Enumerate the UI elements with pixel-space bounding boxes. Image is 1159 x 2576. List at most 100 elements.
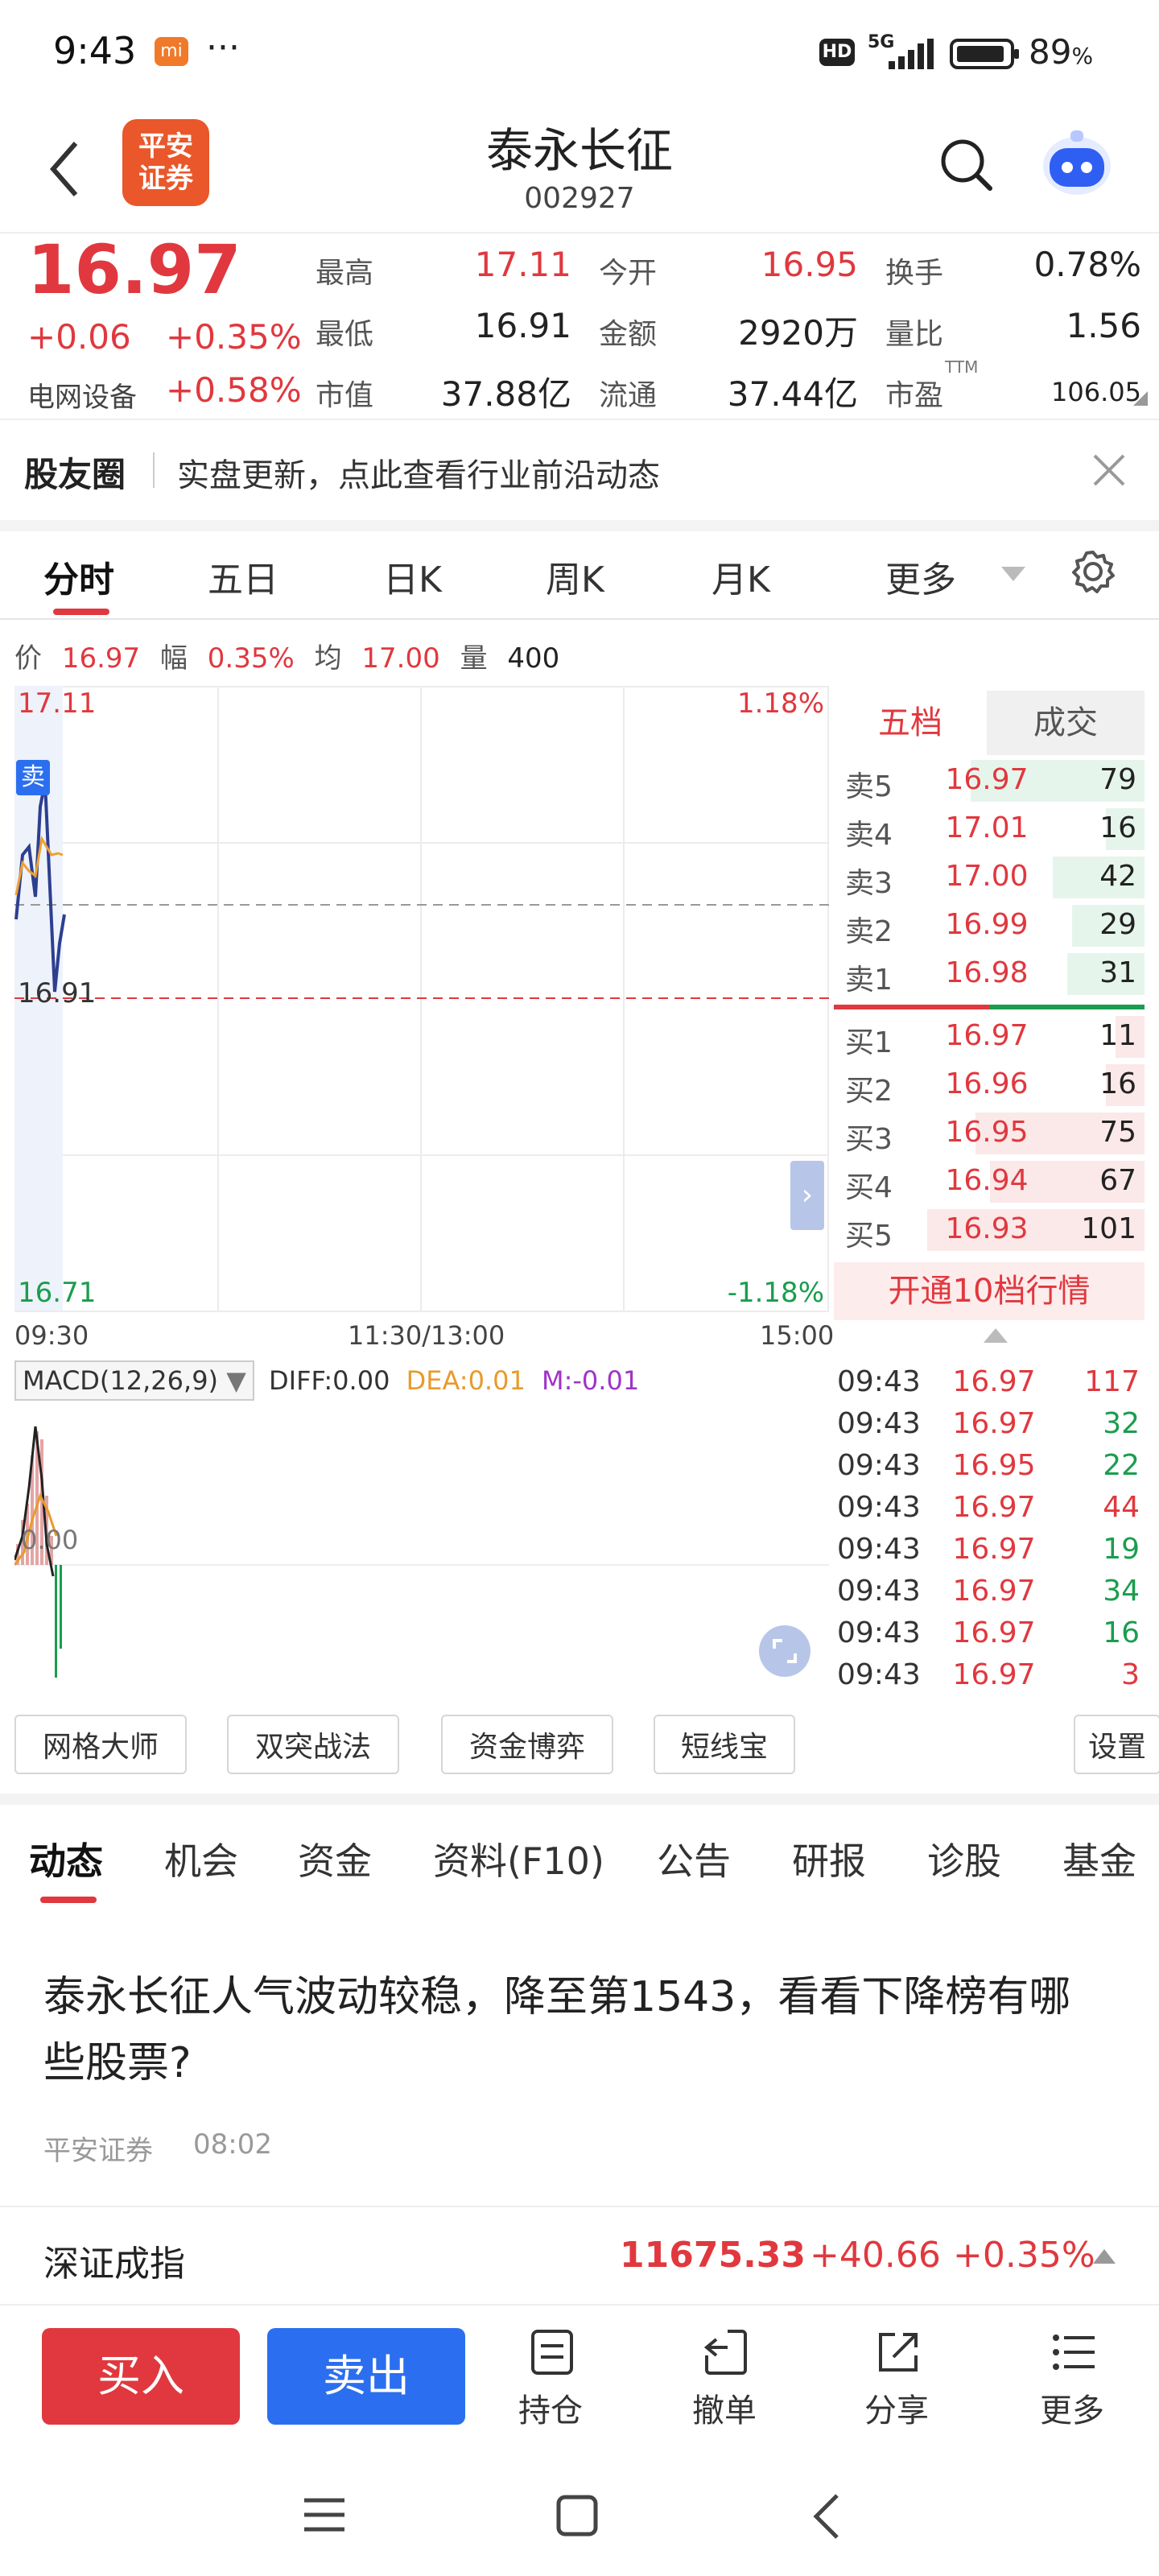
recent-apps-icon[interactable] [303,2496,346,2536]
ask-row[interactable]: 卖1 16.98 31 [834,950,1145,998]
level-price: 16.93 [945,1212,1029,1245]
robot-assistant-icon[interactable] [1038,124,1116,201]
tick-row: 09:43 16.97 117 [837,1360,1143,1402]
ask-row[interactable]: 卖2 16.99 29 [834,902,1145,950]
trades-expand-icon[interactable] [984,1328,1008,1344]
tick-row: 09:43 16.97 16 [837,1612,1143,1653]
holdings-button[interactable]: 持仓 [486,2328,615,2441]
buy-button[interactable]: 买入 [42,2328,240,2425]
ask-row[interactable]: 卖5 16.97 79 [834,757,1145,805]
tool-double-breakout[interactable]: 双突战法 [227,1715,399,1774]
fullscreen-icon[interactable] [758,1624,811,1678]
holdings-label: 持仓 [518,2392,583,2429]
news-source: 平安证券 [43,2135,153,2167]
tick-row: 09:43 16.97 19 [837,1528,1143,1570]
news-tab-dynamics[interactable]: 动态 [29,1832,103,1885]
bid-row[interactable]: 买5 16.93 101 [834,1206,1145,1254]
level-qty: 75 [1099,1116,1136,1149]
float-cap-label: 流通 [599,379,658,412]
news-tab-f10[interactable]: 资料(F10) [433,1832,604,1885]
bid-row[interactable]: 买4 16.94 67 [834,1158,1145,1206]
current-price: 16.97 [27,230,241,309]
pe-label: 市盈 [885,379,944,412]
gear-icon[interactable] [1069,547,1117,596]
news-item[interactable]: 泰永长征人气波动较稳，降至第1543，看看下降榜有哪些股票? 平安证券 08:0… [0,1932,1159,2174]
tab-weekly-k[interactable]: 周K [546,551,604,602]
info-vol: 400 [507,642,560,675]
sell-button[interactable]: 卖出 [267,2328,465,2425]
upgrade-10-levels-button[interactable]: 开通10档行情 [834,1262,1145,1320]
tab-more[interactable]: 更多 [885,551,956,602]
tick-qty: 34 [1103,1575,1140,1608]
tick-price: 16.97 [952,1658,1036,1691]
macd-label-box[interactable]: MACD(12,26,9) ▼ [14,1360,254,1401]
bid-row[interactable]: 买1 16.97 11 [834,1013,1145,1061]
cancel-order-button[interactable]: 撤单 [660,2328,789,2441]
tool-fund-game[interactable]: 资金博弈 [441,1715,613,1774]
time-mid: 11:30/13:00 [348,1320,505,1351]
time-end: 15:00 [760,1320,835,1351]
news-tab-funds[interactable]: 资金 [298,1832,372,1885]
status-time: 9:43 [53,29,137,72]
level-label: 卖5 [845,770,893,803]
tab-five-day[interactable]: 五日 [208,551,278,602]
intraday-chart[interactable]: 卖 17.11 1.18% 16.91 16.71 -1.18% › [14,686,829,1312]
index-expand-icon[interactable] [1093,2249,1116,2265]
more-label: 更多 [1040,2392,1104,2429]
news-tab-announcement[interactable]: 公告 [657,1832,731,1885]
close-icon[interactable] [1091,452,1127,488]
market-cap-label: 市值 [316,379,374,412]
amount-value: 2920万 [738,313,858,353]
tick-qty: 19 [1103,1533,1140,1566]
tool-settings[interactable]: 设置 [1074,1715,1159,1774]
tab-monthly-k[interactable]: 月K [711,551,770,602]
sector-name[interactable]: 电网设备 [27,375,137,415]
index-pct: +0.35% [953,2235,1095,2276]
search-icon[interactable] [937,135,995,193]
news-tab-fund[interactable]: 基金 [1062,1832,1136,1885]
bid-row[interactable]: 买2 16.96 16 [834,1061,1145,1109]
bid-row[interactable]: 买3 16.95 75 [834,1109,1145,1158]
home-icon[interactable] [555,2494,599,2537]
expand-corner-icon[interactable] [1133,391,1148,406]
tick-time: 09:43 [837,1658,921,1691]
orderbook-tab-trades[interactable]: 成交 [987,691,1145,755]
level-price: 16.95 [945,1116,1029,1149]
community-banner[interactable]: 股友圈 实盘更新，点此查看行业前沿动态 [0,420,1159,520]
news-tab-diagnosis[interactable]: 诊股 [927,1832,1001,1885]
tool-short-term[interactable]: 短线宝 [654,1715,795,1774]
level-label: 买4 [845,1171,893,1204]
chart-min-price: 16.71 [18,1277,97,1309]
more-button[interactable]: 更多 [1008,2328,1136,2441]
tab-intraday[interactable]: 分时 [43,551,114,602]
level-qty: 79 [1099,763,1136,796]
news-tab-research[interactable]: 研报 [792,1832,866,1885]
amount-label: 金额 [599,318,658,351]
tool-grid-master[interactable]: 网格大师 [14,1715,187,1774]
tick-price: 16.97 [952,1616,1036,1649]
orderbook-tab-levels[interactable]: 五档 [834,691,987,755]
sell-marker: 卖 [16,760,50,795]
level-price: 17.00 [945,860,1029,893]
level-qty: 101 [1081,1212,1136,1245]
battery-level: 89% [1029,32,1094,72]
chart-scroll-handle[interactable]: › [790,1161,824,1230]
macd-chart[interactable]: 0.00 [14,1407,829,1697]
menu-list-icon [1053,2334,1095,2370]
news-tab-opportunity[interactable]: 机会 [164,1832,238,1885]
tick-qty: 3 [1121,1658,1140,1691]
ask-row[interactable]: 卖3 17.00 42 [834,853,1145,902]
share-button[interactable]: 分享 [832,2328,961,2441]
price-change: +0.06 [27,317,131,357]
chart-min-pct: -1.18% [727,1277,824,1309]
share-label: 分享 [864,2392,929,2429]
banner-divider-bar [0,520,1159,531]
dropdown-triangle-icon[interactable] [1001,567,1025,583]
ask-row[interactable]: 卖4 17.01 16 [834,805,1145,853]
index-ticker[interactable]: 深证成指 11675.33 +40.66 +0.35% [0,2207,1159,2304]
level-qty: 16 [1099,811,1136,844]
pe-ttm-sup: TTM [945,357,979,377]
tab-daily-k[interactable]: 日K [383,551,442,602]
back-nav-icon[interactable] [810,2492,842,2541]
level-label: 卖2 [845,915,893,948]
